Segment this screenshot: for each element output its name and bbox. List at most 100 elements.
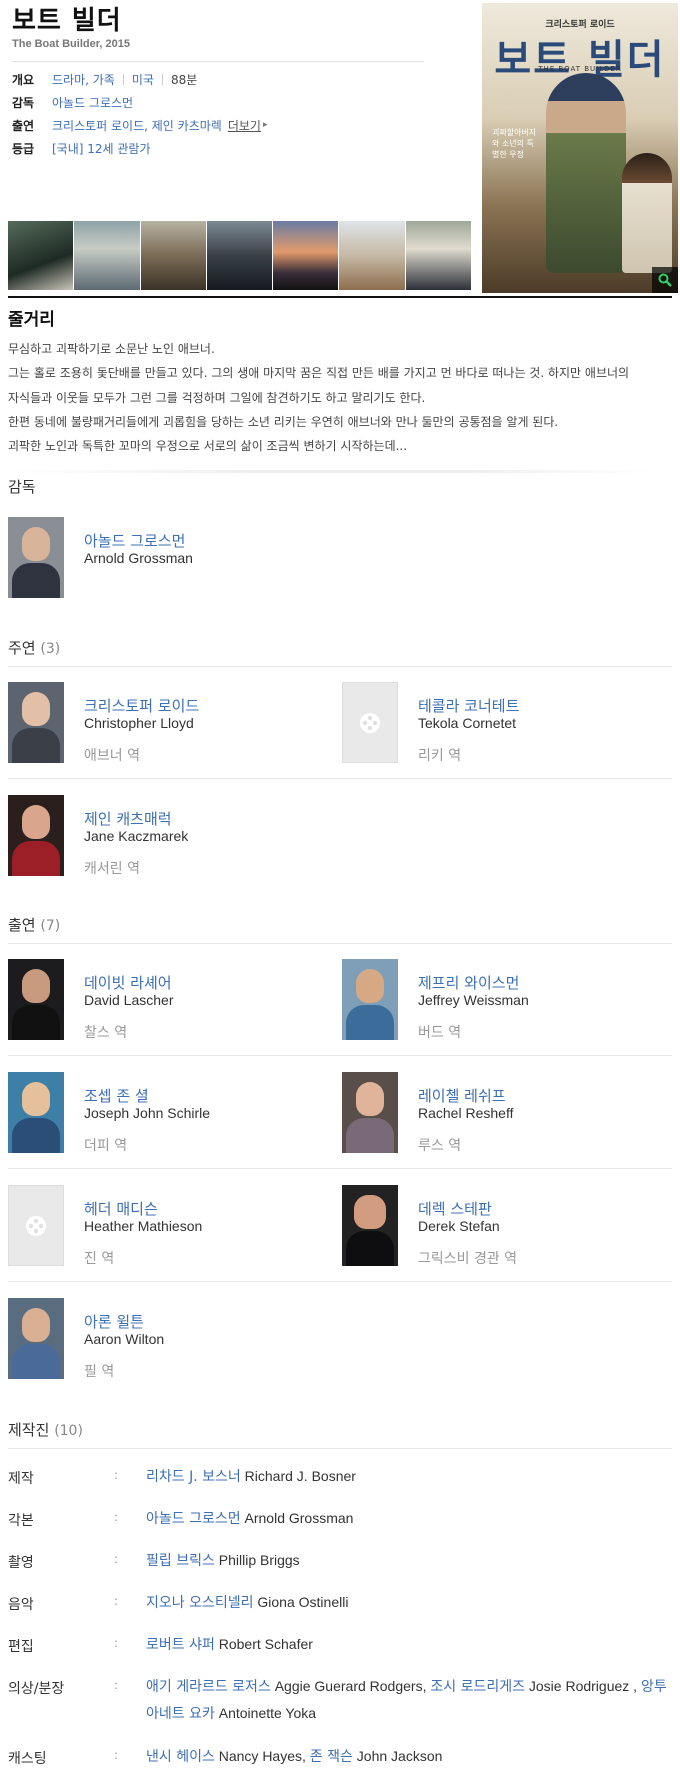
cast-card[interactable]: 제프리 와이스먼 Jeffrey Weissman 버드 역 <box>342 959 672 1041</box>
person-name-ko[interactable]: 크리스토퍼 로이드 <box>84 695 199 716</box>
cast-card[interactable]: 아론 윌튼 Aaron Wilton 필 역 <box>8 1298 338 1380</box>
info-row-director: 감독 아놀드 그로스먼 <box>12 91 422 113</box>
section-divider <box>8 666 672 667</box>
row-divider <box>8 1055 672 1056</box>
rating-link[interactable]: [국내] 12세 관람가 <box>52 140 151 157</box>
staff-colon: : <box>114 1748 119 1762</box>
person-role: 루스 역 <box>418 1138 462 1154</box>
person-name-ko[interactable]: 조셉 존 셜 <box>84 1085 149 1106</box>
staff-colon: : <box>114 1636 119 1650</box>
director-heading: 감독 <box>8 478 36 496</box>
person-name-ko[interactable]: 헤더 매디슨 <box>84 1198 158 1219</box>
staff-name-en: Robert Schafer <box>218 1636 313 1652</box>
cast-card[interactable]: 크리스토퍼 로이드 Christopher Lloyd 애브너 역 <box>8 682 338 764</box>
still-image[interactable] <box>405 221 472 290</box>
person-photo[interactable] <box>8 1298 64 1379</box>
row-divider <box>8 1281 672 1282</box>
person-photo[interactable] <box>8 959 64 1040</box>
staff-name-link[interactable]: 로버트 샤퍼 <box>146 1637 215 1653</box>
info-key: 개요 <box>12 72 35 87</box>
person-name-en: Aaron Wilton <box>84 1331 165 1347</box>
person-photo[interactable] <box>8 682 64 763</box>
synopsis-line: 그는 홀로 조용히 돛단배를 만들고 있다. 그의 생애 마지막 꿈은 직접 만… <box>8 366 630 380</box>
cast-card[interactable]: 헤더 매디슨 Heather Mathieson 진 역 <box>8 1185 338 1267</box>
genre-link[interactable]: 드라마, 가족 <box>52 71 115 88</box>
director-link[interactable]: 아놀드 그로스먼 <box>52 94 133 111</box>
person-name-ko[interactable]: 데이빗 라셰어 <box>84 972 172 993</box>
person-photo-placeholder[interactable] <box>8 1185 64 1266</box>
still-image[interactable] <box>273 221 340 290</box>
staff-role: 편집 <box>8 1639 34 1655</box>
still-image[interactable] <box>339 221 406 290</box>
director-card[interactable]: 아놀드 그로스먼 Arnold Grossman <box>8 517 338 599</box>
person-name-en: Derek Stefan <box>418 1218 500 1234</box>
person-photo[interactable] <box>8 1072 64 1153</box>
person-photo-placeholder[interactable] <box>342 682 398 763</box>
staff-name-link[interactable]: 존 잭슨 <box>310 1749 353 1765</box>
movie-poster[interactable]: 크리스토퍼 로이드 보트 빌더 THE BOAT BUILDER 괴짜할아버지와… <box>482 3 678 293</box>
section-count: (3) <box>40 641 61 657</box>
cast-card[interactable]: 테콜라 코너테트 Tekola Cornetet 리키 역 <box>342 682 672 764</box>
staff-name-link[interactable]: 지오나 오스티넬리 <box>146 1595 254 1611</box>
synopsis-line: 무심하고 괴팍하기로 소문난 노인 애브너. <box>8 342 215 356</box>
staff-name-link[interactable]: 아놀드 그로스먼 <box>146 1511 241 1527</box>
staff-name-link[interactable]: 조시 로드리게즈 <box>430 1679 525 1695</box>
synopsis-line: 자식들과 이웃들 모두가 그런 그를 걱정하며 그일에 참견하기도 하고 말리기… <box>8 391 426 405</box>
lead-cast-heading: 주연 (3) <box>8 637 60 658</box>
section-divider <box>8 296 672 298</box>
staff-role: 촬영 <box>8 1555 34 1571</box>
chevron-right-icon: ▸ <box>262 120 268 130</box>
more-link[interactable]: 더보기 <box>228 117 261 134</box>
cast-card[interactable]: 데렉 스테판 Derek Stefan 그릭스비 경관 역 <box>342 1185 672 1267</box>
staff-role: 제작 <box>8 1471 34 1487</box>
cast-card[interactable]: 제인 캐츠매럭 Jane Kaczmarek 캐서린 역 <box>8 795 338 877</box>
cast-card[interactable]: 조셉 존 셜 Joseph John Schirle 더피 역 <box>8 1072 338 1154</box>
staff-name-en: Richard J. Bosner <box>244 1468 356 1484</box>
still-image[interactable] <box>74 221 141 290</box>
row-divider <box>8 1168 672 1169</box>
staff-name-link[interactable]: 리차드 J. 보스너 <box>146 1469 241 1485</box>
person-role: 캐서린 역 <box>84 861 140 877</box>
still-image[interactable] <box>206 221 274 290</box>
section-count: (7) <box>40 918 61 934</box>
person-name-ko[interactable]: 아놀드 그로스먼 <box>84 530 185 551</box>
staff-name-en: John Jackson <box>356 1748 443 1764</box>
person-name-ko[interactable]: 데렉 스테판 <box>418 1198 492 1219</box>
person-photo[interactable] <box>8 795 64 876</box>
staff-name-link[interactable]: 애기 게라르드 로저스 <box>146 1679 271 1695</box>
person-name-ko[interactable]: 제프리 와이스먼 <box>418 972 519 993</box>
person-name-en: Arnold Grossman <box>84 550 193 566</box>
section-count: (10) <box>54 1423 83 1439</box>
poster-tagline: 괴짜할아버지와 소년의 특별한 우정 <box>492 128 537 159</box>
person-photo[interactable] <box>8 517 64 598</box>
person-name-ko[interactable]: 테콜라 코너테트 <box>418 695 519 716</box>
staff-name-en: Josie Rodriguez <box>528 1678 630 1694</box>
poster-zoom-button[interactable] <box>652 267 678 293</box>
still-image[interactable] <box>8 221 75 290</box>
film-reel-icon <box>26 1215 46 1236</box>
person-photo[interactable] <box>342 1072 398 1153</box>
person-name-ko[interactable]: 아론 윌튼 <box>84 1311 144 1332</box>
person-role: 더피 역 <box>84 1138 128 1154</box>
cast-card[interactable]: 데이빗 라셰어 David Lascher 찰스 역 <box>8 959 338 1041</box>
staff-colon: : <box>114 1594 119 1608</box>
person-name-ko[interactable]: 제인 캐츠매럭 <box>84 808 172 829</box>
info-key: 출연 <box>12 118 35 133</box>
staff-name-link[interactable]: 낸시 헤이스 <box>146 1749 215 1765</box>
cast-card[interactable]: 레이첼 레쉬프 Rachel Resheff 루스 역 <box>342 1072 672 1154</box>
person-photo[interactable] <box>342 1185 398 1266</box>
person-role: 애브너 역 <box>84 748 140 764</box>
person-name-en: Joseph John Schirle <box>84 1105 211 1121</box>
country-link[interactable]: 미국 <box>132 71 154 88</box>
synopsis-line: 한편 동네에 불량패거리들에게 괴롭힘을 당하는 소년 리키는 우연히 애브너와… <box>8 415 559 429</box>
staff-name-link[interactable]: 필립 브릭스 <box>146 1553 215 1569</box>
person-photo[interactable] <box>342 959 398 1040</box>
cast-link[interactable]: 크리스토퍼 로이드, 제인 카츠마렉 <box>52 117 222 134</box>
still-image-strip <box>8 221 472 290</box>
person-name-en: Christopher Lloyd <box>84 715 194 731</box>
poster-en-title: THE BOAT BUILDER <box>538 65 622 73</box>
staff-colon: : <box>114 1678 119 1692</box>
still-image[interactable] <box>140 221 207 290</box>
staff-heading: 제작진 (10) <box>8 1419 83 1440</box>
person-name-ko[interactable]: 레이첼 레쉬프 <box>418 1085 506 1106</box>
